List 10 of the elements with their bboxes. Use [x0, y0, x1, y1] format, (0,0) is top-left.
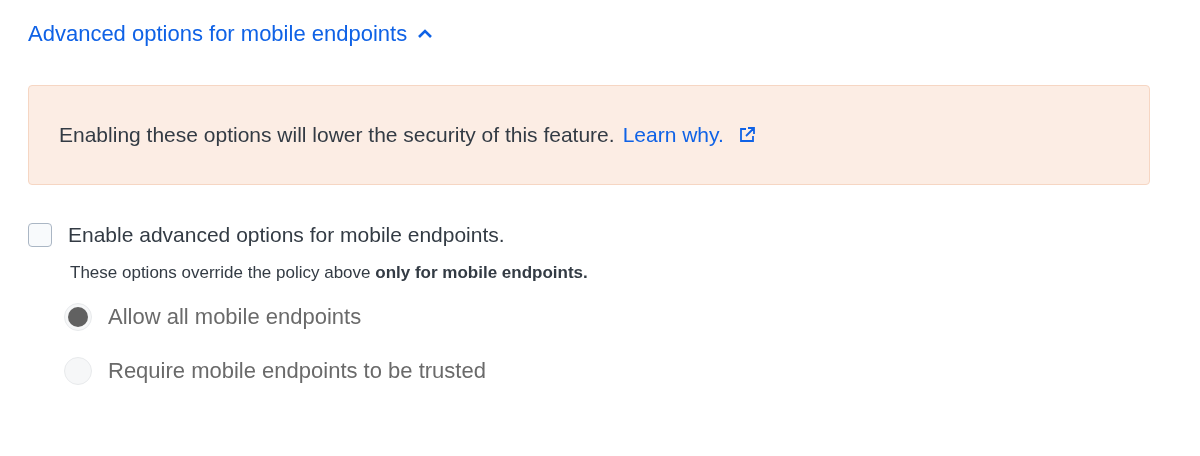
checkbox-label: Enable advanced options for mobile endpoints. — [68, 223, 505, 247]
checkbox[interactable] — [28, 223, 52, 247]
learn-why-link[interactable]: Learn why. — [622, 123, 724, 147]
warning-text: Enabling these options will lower the security of this feature. — [59, 123, 615, 147]
note-text: These options override the policy above only for mobile endpoints. — [70, 263, 589, 283]
radio-label: Require mobile endpoints to be trusted — [108, 358, 486, 384]
radio-label: Allow all mobile endpoints — [108, 304, 362, 330]
advanced-options-toggle[interactable]: Advanced options for mobile endpoints — [28, 18, 434, 50]
external-link-icon[interactable] — [737, 126, 756, 144]
chevron-up-icon — [417, 29, 434, 39]
